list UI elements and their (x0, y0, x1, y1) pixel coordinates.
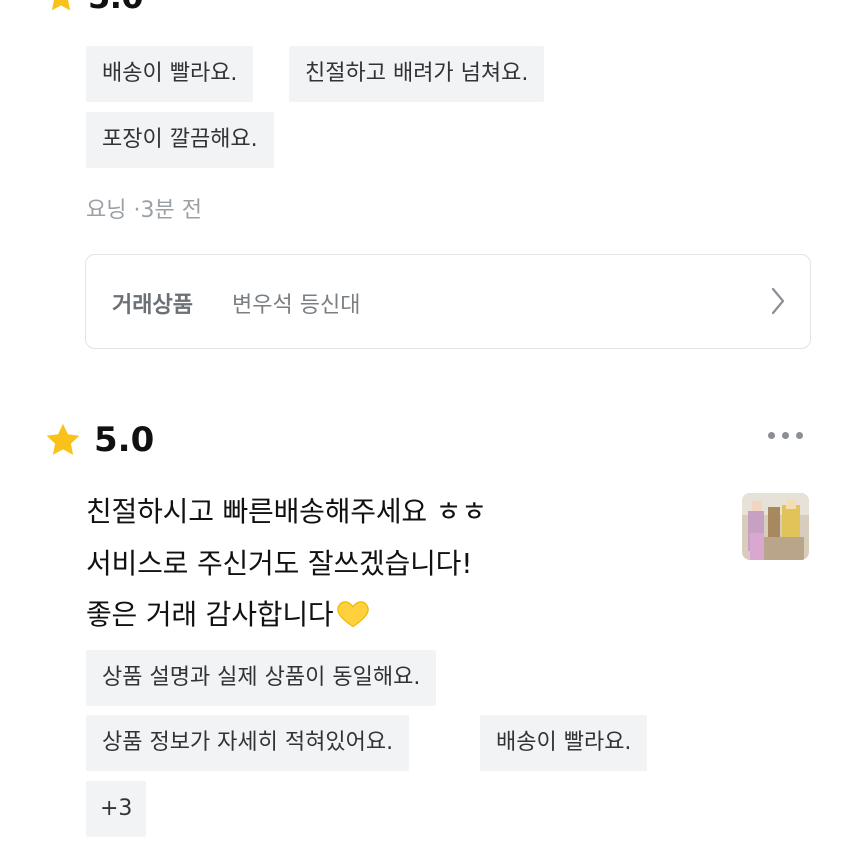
review-tag: 포장이 깔끔해요. (86, 112, 274, 168)
review-text-line: 친절하시고 빠른배송해주세요 ㅎㅎ (86, 495, 487, 528)
review-tag: 배송이 빨라요. (480, 715, 648, 771)
reviewer-name[interactable]: 요닝 (86, 198, 126, 223)
product-label: 거래상품 (112, 293, 193, 318)
previous-review-rating: 5.0 (44, 0, 144, 16)
chevron-right-icon (771, 287, 785, 315)
review-text-line: 서비스로 주신거도 잘쓰겠습니다! (86, 547, 473, 580)
review-tag: 상품 설명과 실제 상품이 동일해요. (86, 650, 437, 706)
yellow-heart-icon (337, 601, 370, 628)
rating-value: 5.0 (94, 420, 155, 460)
review-tag: 친절하고 배려가 넘쳐요. (289, 46, 545, 102)
review-rating: 5.0 (44, 420, 154, 460)
rating-value: 5.0 (88, 0, 144, 16)
review-photo-thumbnail[interactable] (742, 493, 809, 560)
product-name: 변우석 등신대 (232, 293, 361, 318)
review-time: 3분 전 (140, 198, 202, 223)
more-options-icon[interactable] (768, 432, 803, 439)
traded-product-link[interactable]: 거래상품 변우석 등신대 (85, 254, 811, 349)
star-icon (51, 0, 71, 11)
review-tag: 상품 정보가 자세히 적혀있어요. (86, 715, 410, 771)
review-text-line-last: 좋은 거래 감사합니다 (86, 593, 371, 633)
review-text-line: 좋은 거래 감사합니다 (86, 598, 334, 631)
review-tag: 배송이 빨라요. (86, 46, 254, 102)
star-icon (46, 423, 80, 455)
review-meta: 요닝 ·3분 전 (86, 192, 202, 224)
more-tags-button[interactable]: +3 (86, 781, 147, 837)
